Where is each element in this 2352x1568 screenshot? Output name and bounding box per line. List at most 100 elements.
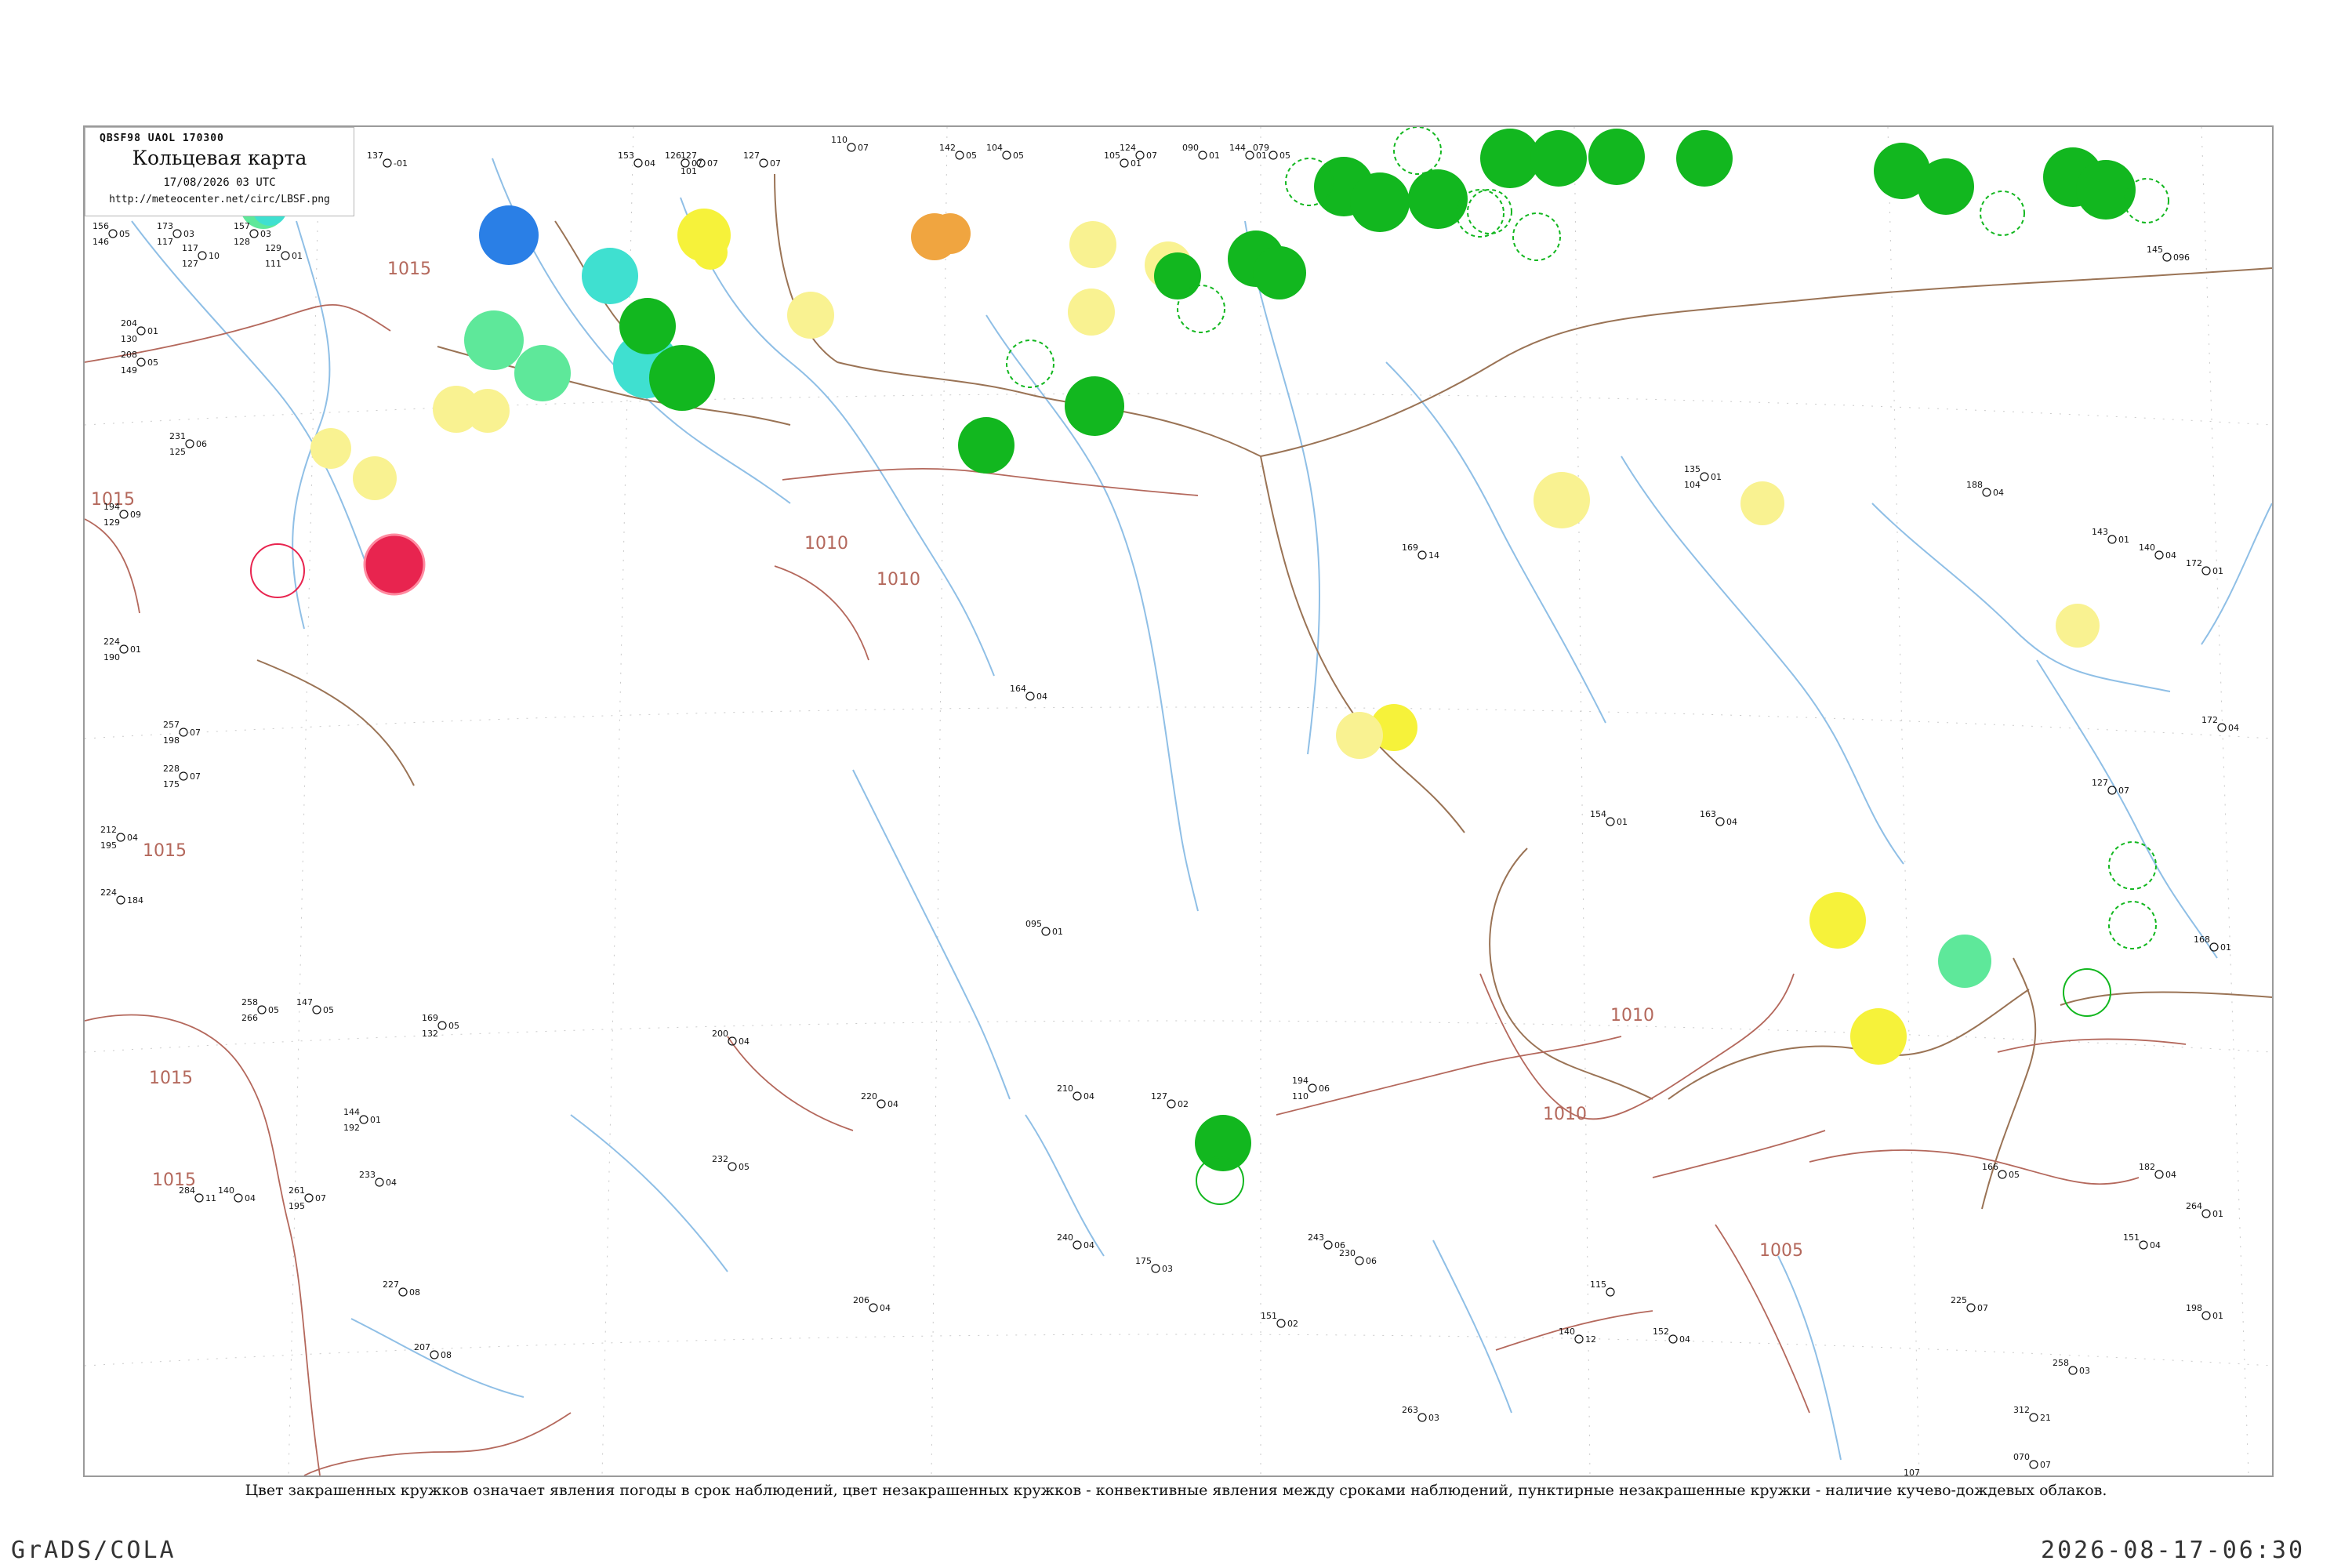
station-value: 312 xyxy=(2013,1405,2030,1415)
weather-circle-rain xyxy=(1154,252,1201,299)
station-value: 05 xyxy=(119,229,130,239)
station-marker xyxy=(1151,1264,1160,1273)
station-value: 090 xyxy=(1182,143,1199,153)
station-marker xyxy=(847,143,856,152)
station-marker xyxy=(2107,535,2117,544)
isobar-label: 1005 xyxy=(1759,1241,1803,1261)
station-value: 04 xyxy=(2150,1240,2161,1250)
station-marker xyxy=(1417,1413,1427,1422)
station-plot: 232 05 xyxy=(712,1154,750,1172)
station-value: 151 xyxy=(1261,1311,1277,1321)
station-value: 07 xyxy=(2118,786,2129,796)
station-value: 104 xyxy=(986,143,1003,153)
station-plot: 164 04 xyxy=(1010,684,1047,702)
station-marker xyxy=(2154,550,2164,560)
station-value: 06 xyxy=(1366,1256,1377,1266)
station-value: 105 xyxy=(1104,151,1120,161)
station-marker xyxy=(108,229,118,238)
station-plot: 284 11 xyxy=(179,1185,216,1203)
station-value: 243 xyxy=(1308,1232,1324,1243)
station-value: 127 xyxy=(1151,1091,1167,1102)
station-marker xyxy=(2107,786,2117,795)
station-value: 08 xyxy=(441,1350,452,1360)
station-value: 151 xyxy=(2123,1232,2140,1243)
isobar-label: 1010 xyxy=(1610,1006,1654,1025)
station-value: 096 xyxy=(2173,252,2190,263)
station-plot: 220 04 xyxy=(861,1091,898,1109)
station-plot: 127 07 xyxy=(743,151,781,169)
weather-circle-fog xyxy=(693,235,728,270)
outline-circle-dashed xyxy=(2108,841,2157,890)
weather-circle-rain xyxy=(1918,158,1974,215)
station-value: 05 xyxy=(966,151,977,161)
station-value: 149 xyxy=(121,365,137,376)
station-plot: 258 03 xyxy=(2053,1358,2090,1376)
station-marker xyxy=(116,895,125,905)
station-value: 02 xyxy=(1287,1319,1298,1329)
station-plot: 153 04 xyxy=(618,151,655,169)
station-plot: 166 05 xyxy=(1982,1162,2020,1180)
station-plot: 143 01 xyxy=(2092,527,2129,545)
station-value: 164 xyxy=(1010,684,1026,694)
station-value: -01 xyxy=(394,158,408,169)
isobar-label: 1010 xyxy=(1543,1105,1587,1124)
isobar-label: 1015 xyxy=(143,841,187,861)
station-marker xyxy=(116,833,125,842)
station-value: 200 xyxy=(712,1029,728,1039)
weather-circle-haze xyxy=(1336,712,1383,759)
station-plot: 144 01 192 xyxy=(343,1107,381,1133)
station-marker xyxy=(2154,1170,2164,1179)
weather-circle-rain xyxy=(1253,246,1306,299)
station-value: 07 xyxy=(315,1193,326,1203)
station-plot: 257 07 198 xyxy=(163,720,201,746)
station-plot: 127 02 xyxy=(1151,1091,1189,1109)
station-value: 169 xyxy=(422,1013,438,1023)
station-plot: 204 01 130 xyxy=(121,318,158,344)
station-value: 04 xyxy=(2165,1170,2176,1180)
weather-circle-rain xyxy=(1588,129,1645,185)
station-plot: 129 01 111 xyxy=(265,243,303,269)
stations-layer: 1560514617303117157031281171012712901111… xyxy=(93,135,2239,1475)
station-value: 095 xyxy=(1025,919,1042,929)
station-value: 05 xyxy=(1013,151,1024,161)
station-value: 153 xyxy=(618,151,634,161)
station-value: 070 xyxy=(2013,1452,2030,1462)
station-value: 01 xyxy=(2212,1209,2223,1219)
station-marker xyxy=(1073,1240,1082,1250)
station-value: 175 xyxy=(163,779,180,789)
station-value: 195 xyxy=(100,840,117,851)
station-value: 127 xyxy=(2092,778,2108,788)
weather-circle-rain xyxy=(649,345,715,411)
station-value: 07 xyxy=(858,143,869,153)
station-value: 110 xyxy=(831,135,848,145)
station-value: 05 xyxy=(739,1162,750,1172)
station-value: 104 xyxy=(1684,480,1700,490)
station-plot: 152 04 xyxy=(1653,1327,1690,1345)
station-value: 198 xyxy=(2186,1303,2202,1313)
station-marker xyxy=(430,1350,439,1359)
map-canvas: 1015 1015 1015 1015 1010 1010 1010 1010 … xyxy=(85,127,2272,1475)
station-value: 01 xyxy=(147,326,158,336)
station-value: 03 xyxy=(1162,1264,1173,1274)
station-value: 03 xyxy=(260,229,271,239)
station-value: 231 xyxy=(169,431,186,441)
station-value: 01 xyxy=(2118,535,2129,545)
station-marker xyxy=(728,1162,737,1171)
station-plot: 227 08 xyxy=(383,1279,420,1298)
station-value: 169 xyxy=(1402,543,1418,553)
outline-circle-dashed xyxy=(2108,901,2157,949)
station-plot: 225 07 xyxy=(1951,1295,1988,1313)
station-value: 163 xyxy=(1700,809,1716,819)
station-plot: 188 04 xyxy=(1966,480,2004,498)
weather-circle-fog xyxy=(1809,892,1866,949)
weather-circle-drizzle xyxy=(514,345,571,401)
station-value: 129 xyxy=(265,243,281,253)
map-frame: 1015 1015 1015 1015 1010 1010 1010 1010 … xyxy=(83,125,2274,1477)
station-value: 04 xyxy=(739,1036,750,1047)
weather-circle-fog xyxy=(1850,1008,1907,1065)
weather-circle-haze xyxy=(1534,472,1590,528)
station-plot: 104 05 xyxy=(986,143,1024,161)
weather-circle-drizzle xyxy=(1938,935,1991,988)
station-plot: 151 02 xyxy=(1261,1311,1298,1329)
source-url[interactable]: http://meteocenter.net/circ/LBSF.png xyxy=(85,194,354,205)
